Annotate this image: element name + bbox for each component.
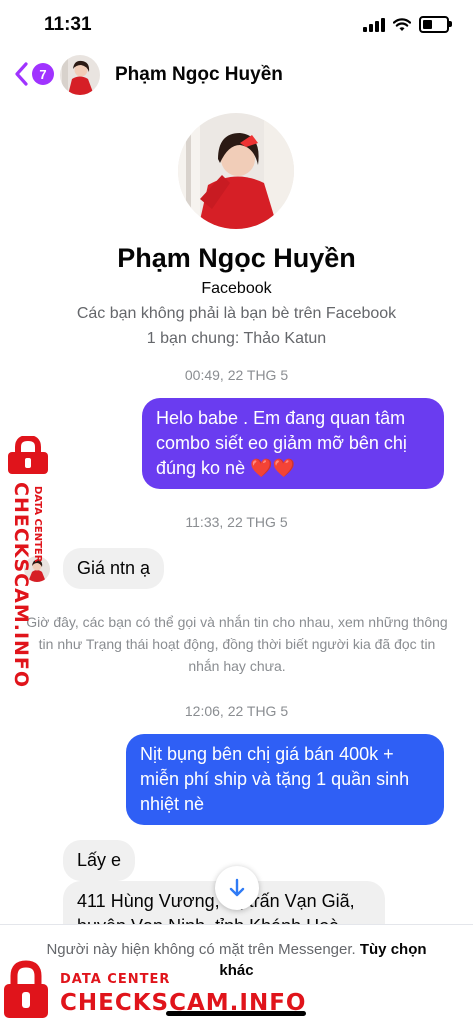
watermark-bottom: DATA CENTER CHECKSCAM.INFO	[2, 960, 305, 1020]
profile-name: Phạm Ngọc Huyền	[117, 243, 356, 273]
contact-name[interactable]: Phạm Ngọc Huyền	[115, 64, 283, 86]
watermark-side-small: DATA CENTER	[32, 486, 43, 563]
profile-relationship: Các bạn không phải là bạn bè trên Facebo…	[76, 305, 397, 322]
incoming-message[interactable]: Giá ntn ạ	[63, 548, 165, 589]
battery-icon	[419, 16, 452, 33]
lock-icon	[8, 436, 48, 474]
message-timestamp: 11:33, 22 THG 5	[185, 514, 288, 530]
status-time: 11:31	[44, 14, 92, 35]
watermark-bottom-small: DATA CENTER	[60, 972, 171, 987]
message-timestamp: 12:06, 22 THG 5	[184, 703, 289, 719]
profile-platform: Facebook	[201, 280, 272, 297]
system-notice: Giờ đây, các bạn có thể gọi và nhắn tin …	[26, 614, 448, 674]
message-timestamp: 00:49, 22 THG 5	[184, 367, 289, 383]
outgoing-message[interactable]: Nịt bụng bên chị giá bán 400k + miễn phí…	[126, 734, 444, 825]
avatar[interactable]	[60, 55, 100, 95]
watermark-side: CHECKSCAM.INFO DATA CENTER	[2, 436, 56, 688]
unread-count-badge: 7	[32, 63, 54, 85]
status-icons	[363, 16, 452, 33]
back-button[interactable]: 7	[12, 61, 54, 87]
profile-mutual-friends[interactable]: 1 bạn chung: Thảo Katun	[0, 330, 473, 348]
scroll-to-bottom-button[interactable]	[215, 866, 259, 910]
watermark-bottom-big: CHECKSCAM.INFO	[60, 990, 307, 1016]
signal-icon	[363, 17, 385, 32]
arrow-down-icon	[229, 878, 245, 897]
wifi-icon	[393, 17, 411, 31]
watermark-side-big: CHECKSCAM.INFO	[10, 482, 32, 689]
unavailable-notice-text: Người này hiện không có mặt trên Messeng…	[46, 941, 356, 958]
outgoing-message[interactable]: Helo babe . Em đang quan tâm combo siết …	[142, 398, 444, 489]
chevron-left-icon	[15, 62, 28, 86]
status-bar: 11:31	[0, 0, 473, 52]
chat-header: 7 Phạm Ngọc Huyền	[0, 52, 473, 102]
incoming-message[interactable]: Lấy e	[63, 840, 136, 881]
profile-photo[interactable]	[178, 113, 294, 229]
lock-icon	[4, 960, 48, 1018]
